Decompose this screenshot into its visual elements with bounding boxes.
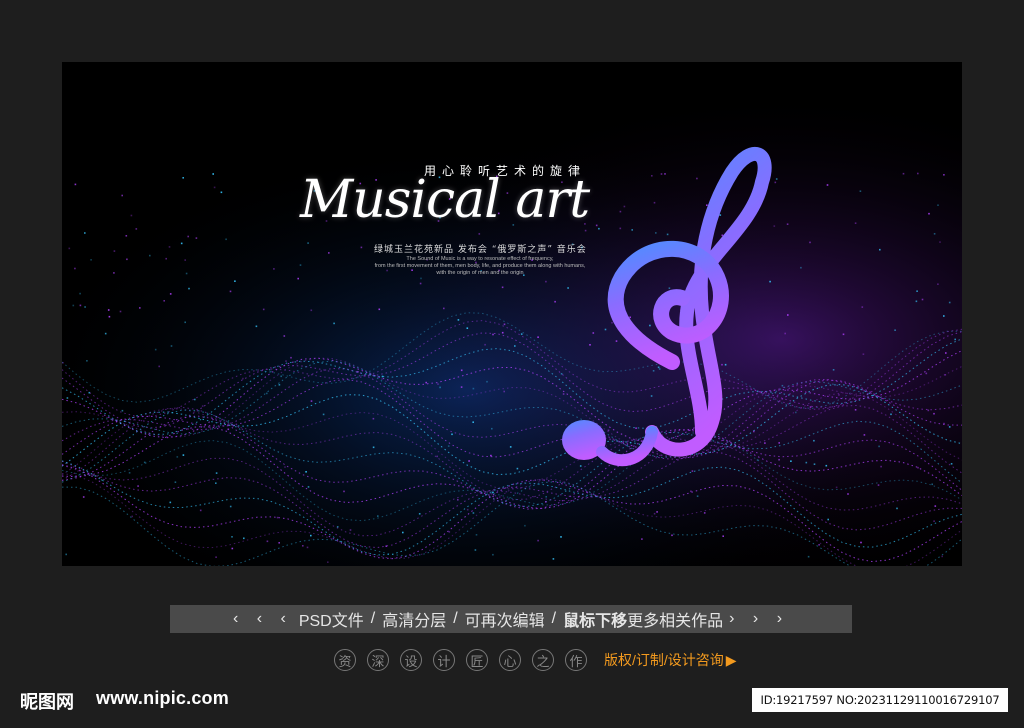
badge-char: 作 xyxy=(565,649,587,671)
badge-char: 之 xyxy=(532,649,554,671)
separator: / xyxy=(551,610,557,627)
badge-char: 资 xyxy=(334,649,356,671)
badge-char: 深 xyxy=(367,649,389,671)
right-arrows-icon: › › › xyxy=(729,610,790,627)
separator: / xyxy=(453,610,458,627)
copyright-link[interactable]: 版权/订制/设计咨询 xyxy=(604,650,724,670)
badge-char: 设 xyxy=(400,649,422,671)
site-url[interactable]: www.nipic.com xyxy=(96,688,229,709)
poster-event-line: 绿城玉兰花苑新品 发布会 “俄罗斯之声” 音乐会 xyxy=(374,245,587,255)
play-icon[interactable]: ▶ xyxy=(726,652,737,669)
info-bar[interactable]: ‹ ‹ ‹ PSD文件 / 高清分层 / 可再次编辑 / 鼠标下移 更多相关作品… xyxy=(170,605,852,633)
separator: / xyxy=(370,610,376,627)
poster-english-line: with the origin of men and the origin xyxy=(436,270,524,276)
image-id: ID:19217597 NO:20231129110016729107 xyxy=(752,688,1008,712)
poster-english-line: from the first movement of them, men bod… xyxy=(374,263,586,269)
site-logo[interactable]: 昵图网 xyxy=(20,688,74,714)
poster-title: Musical art xyxy=(300,170,590,230)
badge-char: 心 xyxy=(499,649,521,671)
poster-image: 用心聆听艺术的旋律 Musical art 绿城玉兰花苑新品 发布会 “俄罗斯之… xyxy=(62,62,962,566)
badge-char: 匠 xyxy=(466,649,488,671)
scroll-down-hint: 鼠标下移 xyxy=(563,613,628,630)
designer-row: 资 深 设 计 匠 心 之 作 版权/订制/设计咨询 ▶ xyxy=(334,647,737,673)
info-item: PSD文件 xyxy=(298,613,364,630)
more-works-text: 更多相关作品 xyxy=(627,613,724,630)
info-item: 可再次编辑 xyxy=(464,613,545,630)
info-item: 高清分层 xyxy=(382,613,447,630)
left-arrows-icon: ‹ ‹ ‹ xyxy=(232,610,293,627)
poster-english-line: The Sound of Music is a way to resonate … xyxy=(406,256,554,262)
badge-char: 计 xyxy=(433,649,455,671)
